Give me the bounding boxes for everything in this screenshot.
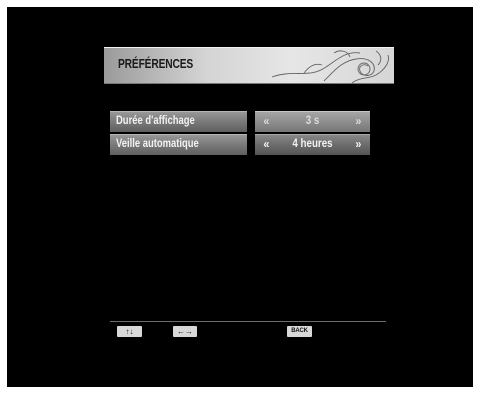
- footer-divider: [110, 321, 386, 322]
- setting-row-display-duration[interactable]: Durée d'affichage « 3 s »: [110, 111, 370, 132]
- setting-label: Veille automatique: [110, 134, 247, 155]
- swirl-ornament-icon: [271, 50, 389, 84]
- setting-label: Durée d'affichage: [110, 111, 247, 132]
- arrow-up-down-icon: ↑↓: [117, 326, 142, 337]
- setting-value: 3 s: [305, 115, 320, 127]
- setting-value: 4 heures: [292, 138, 333, 150]
- setting-row-auto-standby[interactable]: Veille automatique « 4 heures »: [110, 134, 370, 155]
- tv-screen: PRÉFÉRENCES Durée d'affichage « 3 s » Ve…: [7, 7, 473, 387]
- value-selector[interactable]: « 4 heures »: [255, 134, 370, 155]
- back-key-icon[interactable]: BACK: [287, 326, 312, 337]
- setting-label-text: Veille automatique: [116, 138, 199, 150]
- value-selector[interactable]: « 3 s »: [255, 111, 370, 132]
- double-chevron-right-icon[interactable]: »: [356, 114, 362, 129]
- double-chevron-right-icon[interactable]: »: [356, 137, 362, 152]
- page-title: PRÉFÉRENCES: [118, 57, 194, 71]
- setting-label-text: Durée d'affichage: [116, 115, 195, 127]
- title-bar: PRÉFÉRENCES: [104, 47, 394, 84]
- arrow-left-right-icon: ←→: [173, 326, 197, 337]
